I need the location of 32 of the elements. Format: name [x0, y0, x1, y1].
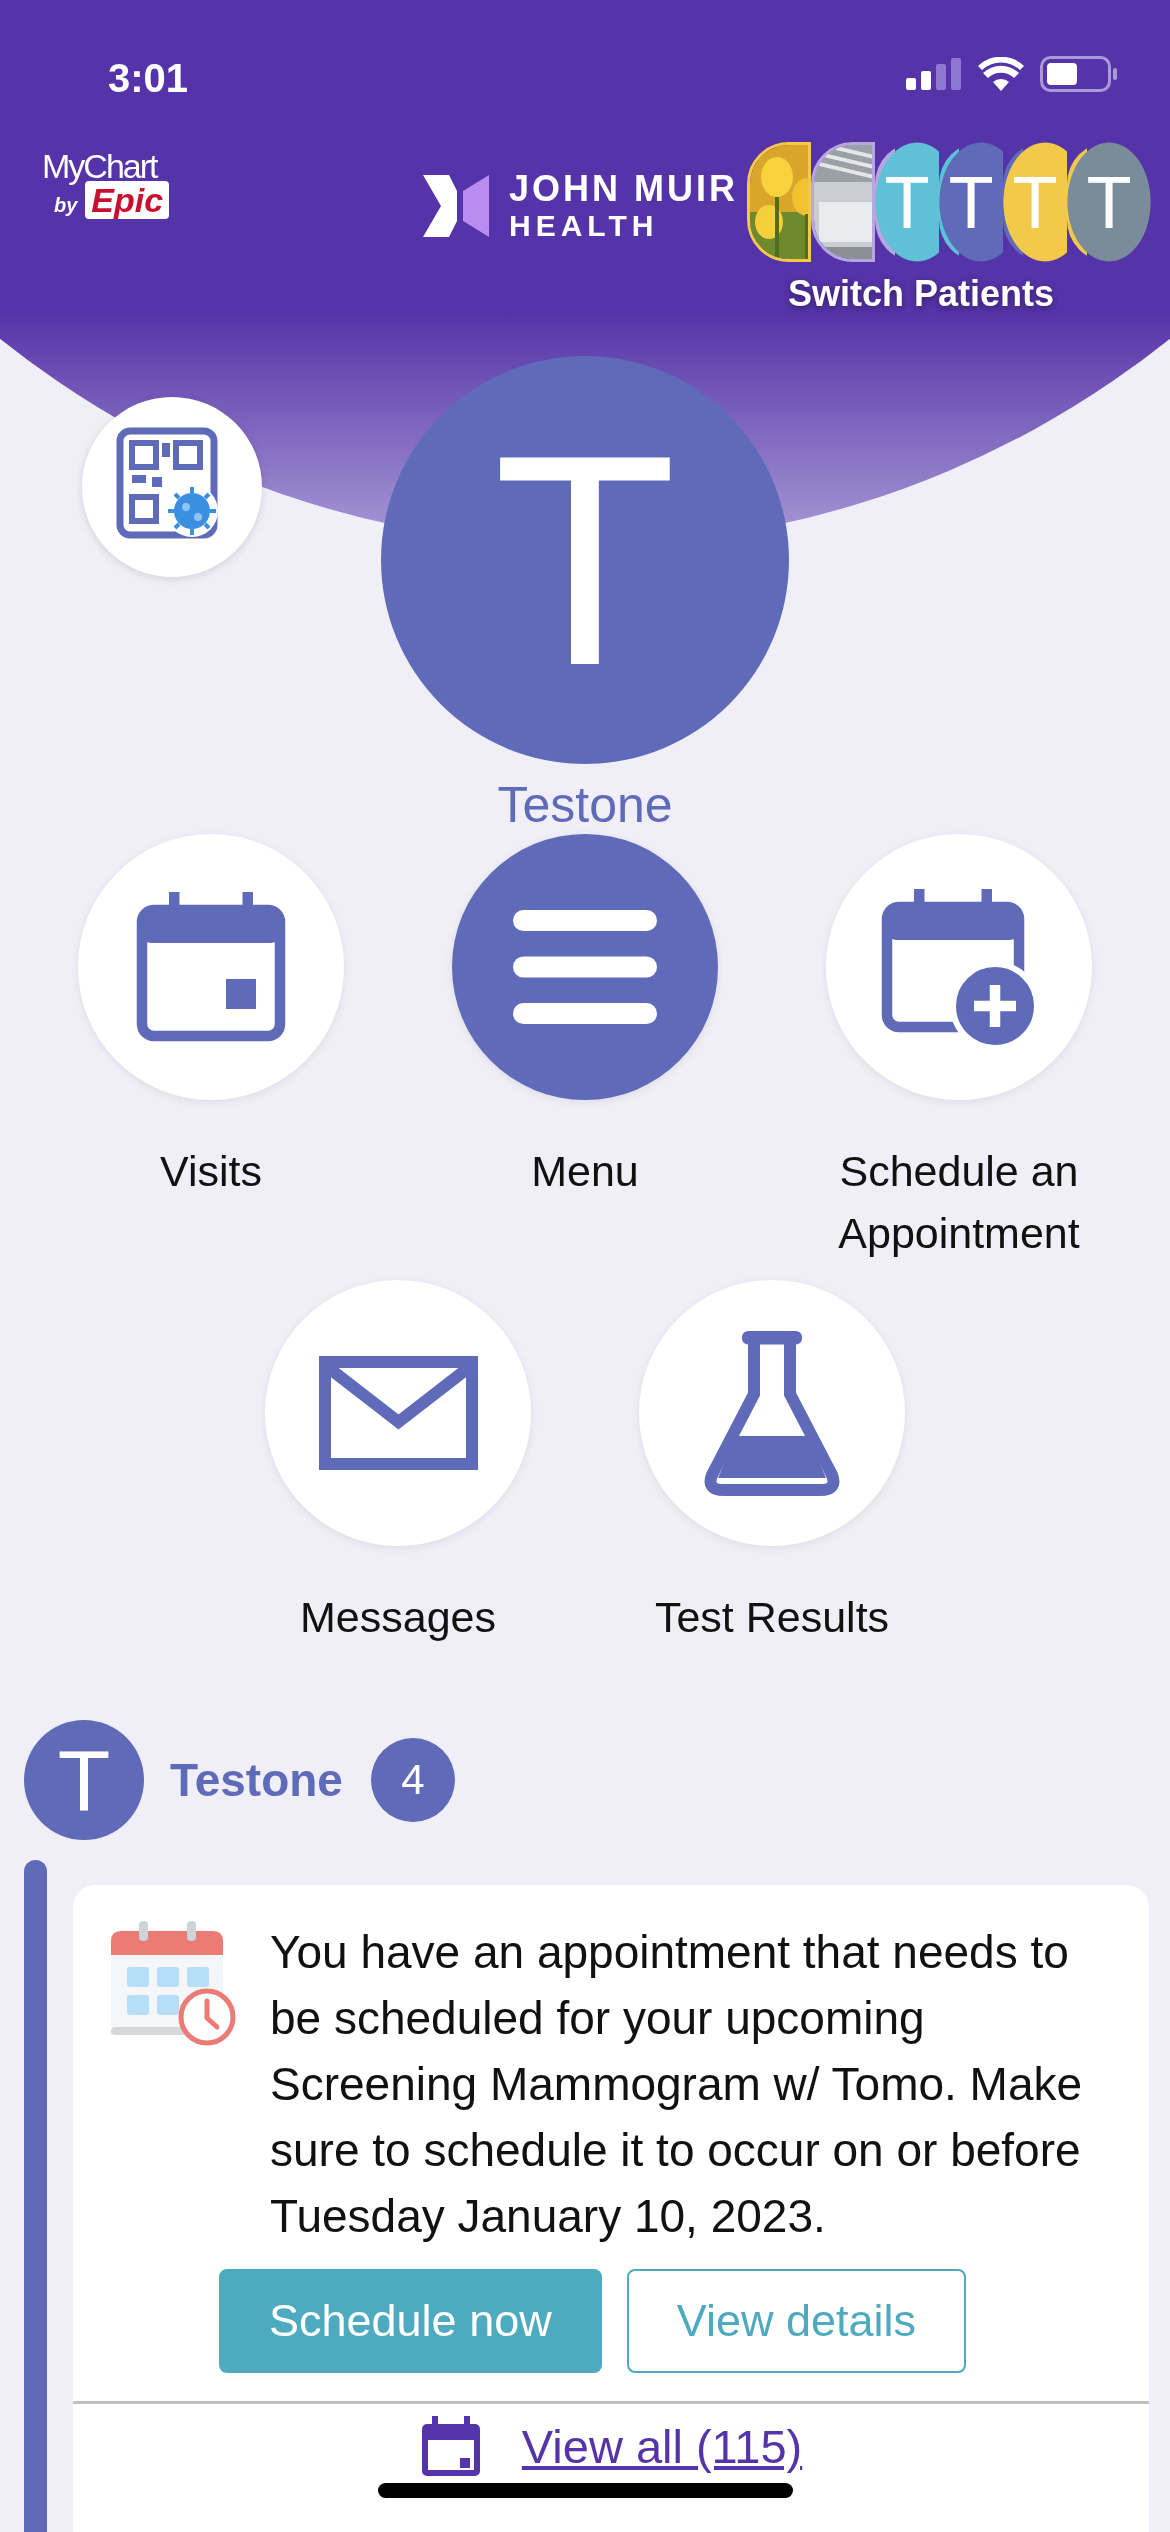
notification-message: You have an appointment that needs to be scheduled for your upcoming Screening Mammogram w/ Tomo. Make sure to schedule it to occur on or before Tuesday January 10, 2023.: [270, 1925, 1084, 2244]
shortcut-label: Test Results: [654, 1592, 890, 1643]
patient-avatar: T: [24, 1720, 144, 1840]
wifi-icon: [978, 57, 1024, 91]
shortcut-label: Menu: [531, 1146, 639, 1197]
org-logo-text: JOHN MUIR HEALTH: [509, 168, 738, 244]
envelope-icon: [318, 1356, 478, 1470]
patient-avatar[interactable]: T: [939, 142, 1003, 262]
switch-patients-label[interactable]: Switch Patients: [788, 267, 1055, 321]
details-button[interactable]: View details: [626, 2269, 966, 2373]
count-badge: 4: [370, 1738, 455, 1822]
view-all-link[interactable]: View all (115): [521, 2412, 803, 2483]
calendar-icon: [419, 2416, 482, 2479]
status-time: 3:01: [108, 55, 189, 102]
shortcut-label: Messages: [300, 1592, 496, 1643]
calendar-icon: [136, 892, 286, 1042]
app-logo-brand: Epic: [85, 181, 170, 219]
patient-avatar[interactable]: T: [875, 142, 939, 262]
battery-icon: [1040, 56, 1118, 92]
calendar-clock-icon: [109, 1919, 237, 2047]
org-logo-icon: [423, 174, 489, 237]
schedule-button[interactable]: Schedule now: [219, 2269, 602, 2373]
profile-name: Testone: [497, 776, 673, 834]
patient-avatar[interactable]: T: [1067, 142, 1151, 262]
flask-icon: [703, 1330, 841, 1496]
patient-name: Testone: [170, 1752, 343, 1808]
shortcut-label: Schedule an Appointment: [837, 1146, 1081, 1259]
signal-icon: [906, 58, 962, 90]
calendar-plus-icon: [881, 889, 1037, 1045]
app-logo-name: MyChart: [42, 149, 159, 183]
app-logo-by: by: [54, 194, 78, 216]
shortcut-label: Visits: [160, 1146, 262, 1197]
